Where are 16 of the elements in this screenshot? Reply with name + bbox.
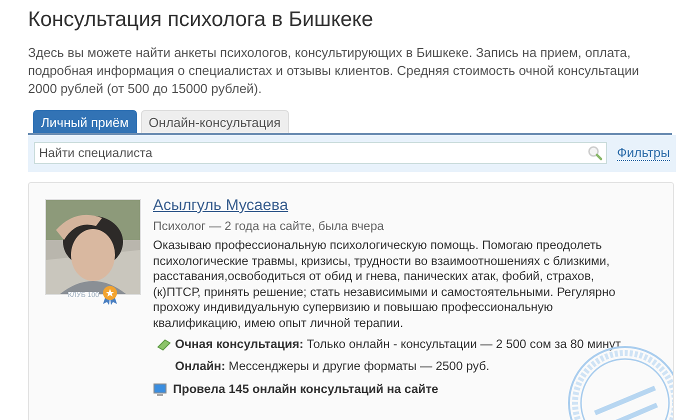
search-icon[interactable] (586, 145, 603, 161)
filters-link[interactable]: Фильтры (616, 145, 670, 161)
price-text: Очная консультация: Только онлайн - консультации — 2 500 сом за 80 минут (175, 337, 621, 352)
specialist-about: Оказываю профессиональную психологическую помощь. Помогаю преодолеть психологические травмы, кризисы, трудности во взаимоотношениях с близкими, расставания,освободиться от обид и гнева, панических атак, фобий, страхов, (к)ПТСР, принять решение; стать независимыми и самостоятельными. Регулярно прохожу индивидуальную супервизию и повышаю профессиональную квалификацию, имею опыт личной терапии. (153, 238, 616, 331)
page-title: Консультация психолога в Бишкеке (28, 8, 374, 32)
tab[interactable]: Онлайн-консультация (140, 110, 289, 133)
search-field[interactable]: Найти специалиста (34, 142, 607, 164)
specialist-name[interactable]: Асылгуль Мусаева (153, 198, 288, 214)
banknote-icon (157, 338, 171, 351)
sessions-text: Провела 145 онлайн консультаций на сайте (173, 382, 438, 398)
price-text: Онлайн: Мессенджеры и другие форматы — 2500 руб. (175, 358, 490, 374)
tab[interactable]: Личный приём (33, 110, 137, 133)
specialist-meta: Психолог — 2 года на сайте, была вчера (153, 218, 385, 234)
award-icon (102, 285, 118, 305)
intro-text: Здесь вы можете найти анкеты психологов, консультирующих в Бишкеке. Запись на прием, оплата, подробная информация о специалистах и отзывы клиентов. Средняя стоимость очной консультации 2000 рублей (от 500 до 15000 рублей). (28, 44, 640, 98)
monitor-icon (153, 382, 167, 397)
